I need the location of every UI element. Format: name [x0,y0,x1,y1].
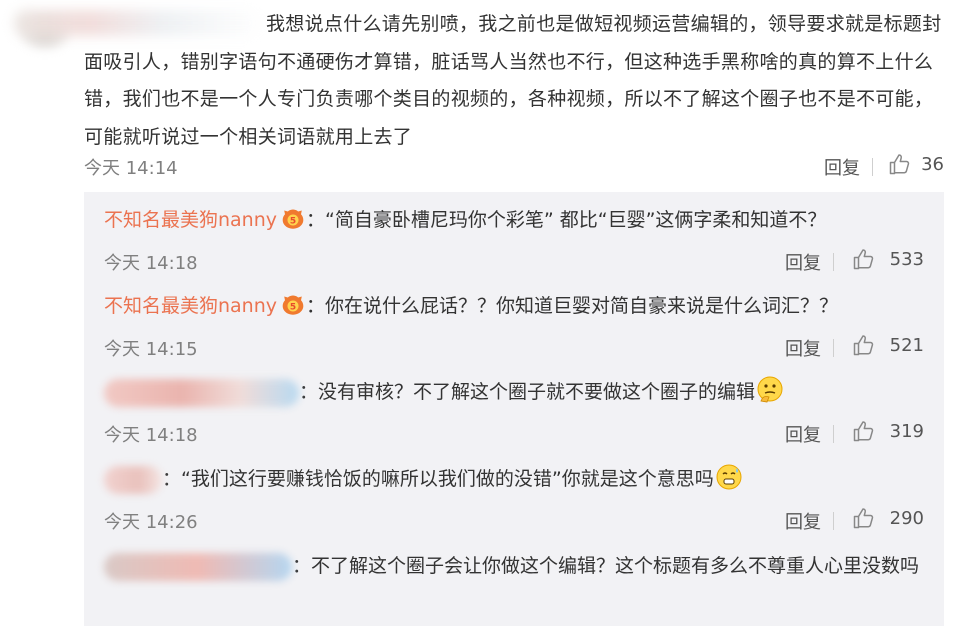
blurred-username[interactable] [104,378,299,407]
blurred-username[interactable] [104,552,292,581]
reply-time: 今天 14:18 [104,425,198,446]
comment-text: 我想说点什么请先别喷，我之前也是做短视频运营编辑的，领导要求就是标题封面吸引人，… [84,13,942,148]
reply-button[interactable]: 回复 [785,249,821,275]
reply-button[interactable]: 回复 [824,154,860,180]
reply-body: ：不了解这个圈子会让你做这个编辑？这个标题有多么不尊重人心里没数吗 [104,548,924,585]
like-count: 36 [921,154,944,175]
divider [833,253,834,271]
thinking-face-icon [757,376,783,403]
thumbs-up-icon[interactable] [852,333,876,357]
divider [833,339,834,357]
reply-text: ：“我们这行要赚钱恰饭的嘛所以我们做的没错”你就是这个意思吗 [162,468,714,490]
reply-button[interactable]: 回复 [785,335,821,361]
like-count: 319 [889,421,924,442]
divider [872,158,873,176]
comment-thread: 我想说点什么请先别喷，我之前也是做短视频运营编辑的，领导要求就是标题封面吸引人，… [0,0,971,626]
divider [833,425,834,443]
reply-meta: 今天 14:18 回复 319 [104,417,924,447]
reply-username[interactable]: 不知名最美狗nanny [104,295,277,317]
reply-meta: 今天 14:26 回复 290 [104,504,924,534]
comment-meta: 今天 14:14 回复 36 [84,150,944,180]
reply-body: ：没有审核？不了解这个圈子就不要做这个圈子的编辑 [104,375,924,409]
thumbs-up-icon[interactable] [852,506,876,530]
vip-badge-icon: 5 [282,295,304,315]
reply-text: ：“简自豪卧槽尼玛你个彩笔” 都比“巨婴”这俩字柔和知道不？ [306,209,827,231]
thumbs-up-icon[interactable] [888,152,912,176]
reply-meta: 今天 14:18 回复 533 [104,245,924,275]
reply-time: 今天 14:18 [104,253,198,274]
nervous-face-icon [716,464,742,490]
reply-button[interactable]: 回复 [785,421,821,447]
reply-text: ：没有审核？不了解这个圈子就不要做这个圈子的编辑 [299,381,756,403]
svg-text:5: 5 [290,217,296,227]
comment-time: 今天 14:14 [84,158,178,179]
blurred-username[interactable] [104,465,162,494]
reply-body: 不知名最美狗nanny 5 ：你在说什么屁话？？你知道巨婴对简自豪来说是什么词汇… [104,289,924,323]
reply-time: 今天 14:26 [104,512,198,533]
like-count: 290 [889,508,924,529]
vip-badge-icon: 5 [282,209,304,229]
reply-time: 今天 14:15 [104,339,198,360]
reply-body: 不知名最美狗nanny 5 ：“简自豪卧槽尼玛你个彩笔” 都比“巨婴”这俩字柔和… [104,203,924,237]
thumbs-up-icon[interactable] [852,247,876,271]
svg-text:5: 5 [290,303,296,313]
main-comment: 我想说点什么请先别喷，我之前也是做短视频运营编辑的，领导要求就是标题封面吸引人，… [0,0,971,190]
reply-text: ：你在说什么屁话？？你知道巨婴对简自豪来说是什么词汇？？ [306,295,839,317]
reply-username[interactable]: 不知名最美狗nanny [104,209,277,231]
replies-list: 不知名最美狗nanny 5 ：“简自豪卧槽尼玛你个彩笔” 都比“巨婴”这俩字柔和… [84,192,944,626]
divider [833,512,834,530]
reply-body: ：“我们这行要赚钱恰饭的嘛所以我们做的没错”你就是这个意思吗 [104,462,924,496]
thumbs-up-icon[interactable] [852,419,876,443]
reply-button[interactable]: 回复 [785,508,821,534]
reply-meta: 今天 14:15 回复 521 [104,331,924,361]
like-count: 521 [889,335,924,356]
reply-text: ：不了解这个圈子会让你做这个编辑？这个标题有多么不尊重人心里没数吗 [292,555,920,577]
like-count: 533 [889,249,924,270]
